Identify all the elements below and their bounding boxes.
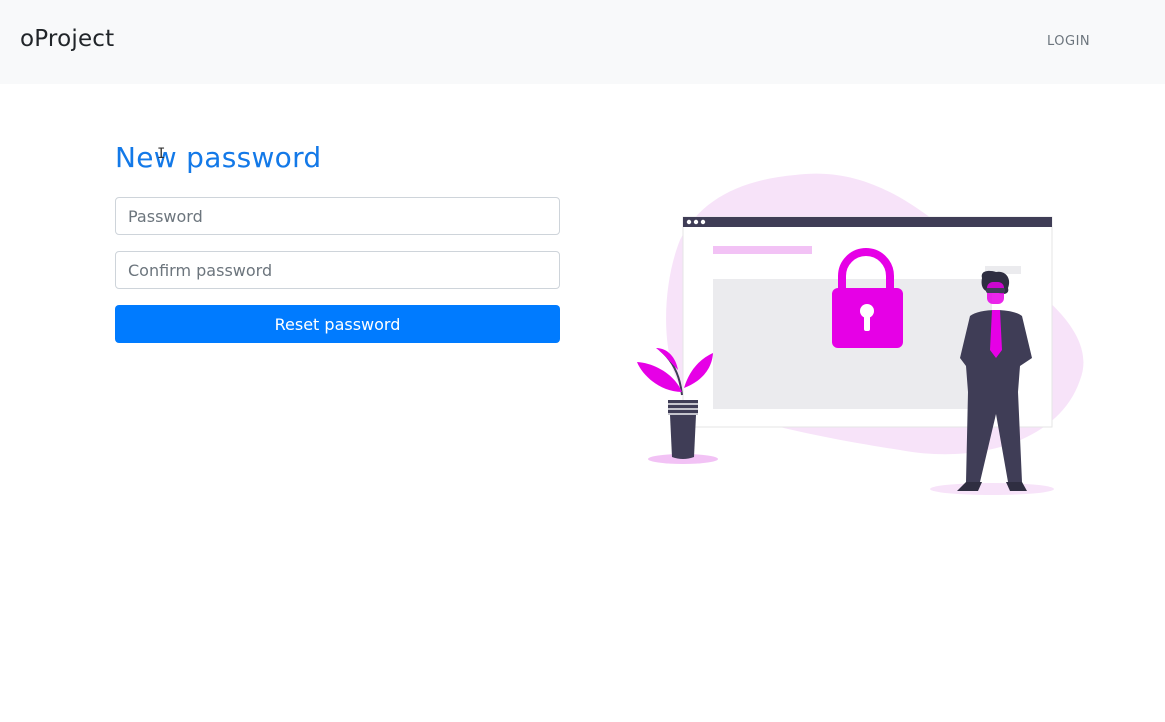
login-link[interactable]: LOGIN [1047,34,1090,49]
brand-logo[interactable]: oProject [20,26,114,52]
reset-password-button[interactable]: Reset password [115,305,560,343]
confirm-password-input[interactable] [115,251,560,289]
security-illustration [637,173,1084,495]
page-title: New password [115,141,322,174]
navbar: oProject LOGIN [0,0,1165,84]
text-cursor-icon: I [157,146,166,162]
password-input[interactable] [115,197,560,235]
